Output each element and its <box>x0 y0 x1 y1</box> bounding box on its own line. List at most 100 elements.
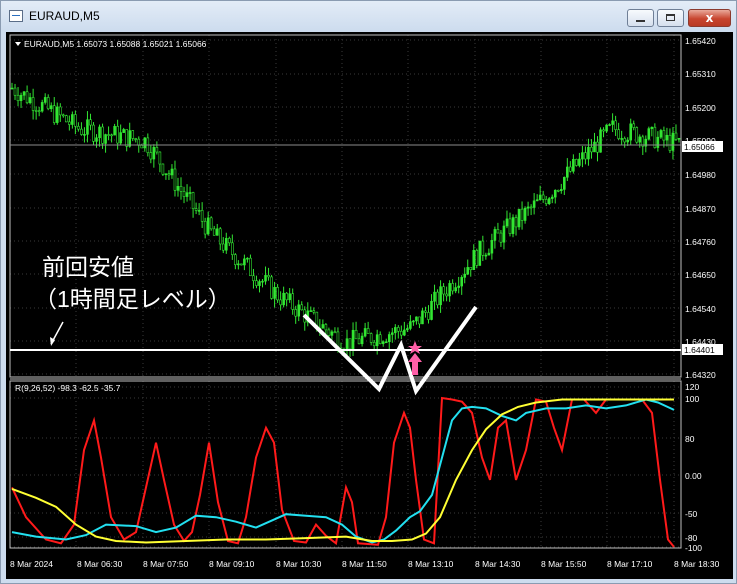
candle-body <box>28 97 32 104</box>
candle-body <box>599 129 602 153</box>
candle-body <box>674 132 678 140</box>
symbol-header: EURAUD,M5 1.65073 1.65088 1.65021 1.6506… <box>24 39 207 49</box>
candle-body <box>418 316 421 325</box>
time-label: 8 Mar 09:10 <box>209 559 255 569</box>
candle-body <box>400 330 403 336</box>
candle-body <box>86 119 89 135</box>
candle-body <box>113 126 116 136</box>
close-button[interactable]: x <box>688 9 731 27</box>
candle-body <box>596 141 599 153</box>
candle-body <box>544 199 548 204</box>
candle-body <box>203 220 207 235</box>
candle-body <box>71 114 74 125</box>
price-tick: 1.64650 <box>685 270 716 280</box>
candle-body <box>243 258 246 266</box>
price-axis[interactable]: 1.65420 1.65310 1.65200 1.65090 1.64980 … <box>685 36 716 380</box>
time-label: 8 Mar 06:30 <box>77 559 123 569</box>
candle-body <box>529 206 533 209</box>
candle-body <box>206 217 210 235</box>
candle-body <box>297 304 301 317</box>
candle-body <box>354 329 358 340</box>
candle-body <box>249 257 252 277</box>
time-label: 8 Mar 13:10 <box>408 559 454 569</box>
candle-body <box>68 121 71 125</box>
candle-body <box>231 242 234 255</box>
candle-body <box>276 287 279 301</box>
window-title: EURAUD,M5 <box>29 9 100 23</box>
candle-body <box>626 139 629 143</box>
candle-body <box>499 232 503 243</box>
candle-body <box>563 176 566 190</box>
candle-body <box>472 250 476 271</box>
price-tick: 1.64320 <box>685 370 716 380</box>
time-label: 8 Mar 2024 <box>10 559 53 569</box>
candle-body <box>532 200 536 208</box>
candle-body <box>378 334 382 344</box>
title-bar[interactable]: EURAUD,M5 x <box>1 1 736 31</box>
candles <box>10 82 681 359</box>
candle-body <box>487 252 491 256</box>
candle-body <box>454 287 457 292</box>
time-label: 8 Mar 18:30 <box>674 559 720 569</box>
candle-body <box>122 129 125 133</box>
candle-body <box>52 105 56 123</box>
candle-body <box>629 123 633 141</box>
candle-body <box>436 291 439 306</box>
candle-body <box>593 141 596 153</box>
candle-body <box>638 136 642 143</box>
time-label: 8 Mar 14:30 <box>475 559 521 569</box>
candle-body <box>16 94 20 101</box>
candle-body <box>659 130 663 138</box>
candle-body <box>19 94 23 101</box>
time-axis[interactable]: 8 Mar 2024 8 Mar 06:30 8 Mar 07:50 8 Mar… <box>10 559 720 569</box>
candle-body <box>575 158 578 166</box>
candle-body <box>363 328 367 337</box>
candle-body <box>381 341 385 344</box>
candle-body <box>490 240 494 254</box>
candle-body <box>321 324 325 329</box>
candle-body <box>294 309 298 317</box>
indicator-tick: 120 <box>685 382 699 392</box>
candle-body <box>255 280 258 286</box>
candle-body <box>665 134 669 141</box>
time-label: 8 Mar 17:10 <box>607 559 653 569</box>
time-label: 8 Mar 07:50 <box>143 559 189 569</box>
candle-body <box>31 97 35 111</box>
candle-body <box>13 87 17 96</box>
candle-body <box>460 277 463 287</box>
candle-body <box>445 293 448 297</box>
candle-body <box>345 338 349 352</box>
minimize-button[interactable] <box>627 9 654 27</box>
candle-body <box>409 321 412 329</box>
candle-body <box>668 134 672 151</box>
candle-body <box>65 115 68 123</box>
annotation-line-1: 前回安値 <box>42 254 134 280</box>
time-label: 8 Mar 11:50 <box>342 559 387 569</box>
candle-body <box>656 136 660 148</box>
candle-body <box>224 238 228 251</box>
candle-body <box>572 158 575 172</box>
candle-body <box>632 123 636 128</box>
candle-body <box>602 129 605 132</box>
candle-body <box>116 126 119 144</box>
candle-body <box>523 207 527 221</box>
candle-body <box>279 299 282 306</box>
price-tick: 1.64870 <box>685 204 716 214</box>
candle-body <box>155 147 159 153</box>
indicator-tick: 80 <box>685 434 695 444</box>
maximize-button[interactable] <box>657 9 684 27</box>
price-tick: 1.65200 <box>685 103 716 113</box>
candle-body <box>430 300 433 320</box>
chart-canvas[interactable]: 前回安値 （1時間足レベル） EURAUD,M5 1.65073 1.65088… <box>6 32 733 579</box>
candle-body <box>291 293 294 310</box>
chart-area[interactable]: 前回安値 （1時間足レベル） EURAUD,M5 1.65073 1.65088… <box>6 32 733 579</box>
triangle-down-icon[interactable] <box>15 42 21 46</box>
candle-body <box>74 114 77 127</box>
candle-body <box>270 276 273 299</box>
candle-body <box>463 273 467 278</box>
candle-body <box>481 240 485 256</box>
candle-body <box>397 327 400 332</box>
candle-body <box>505 218 509 227</box>
candle-body <box>212 228 216 236</box>
candle-body <box>77 126 80 130</box>
